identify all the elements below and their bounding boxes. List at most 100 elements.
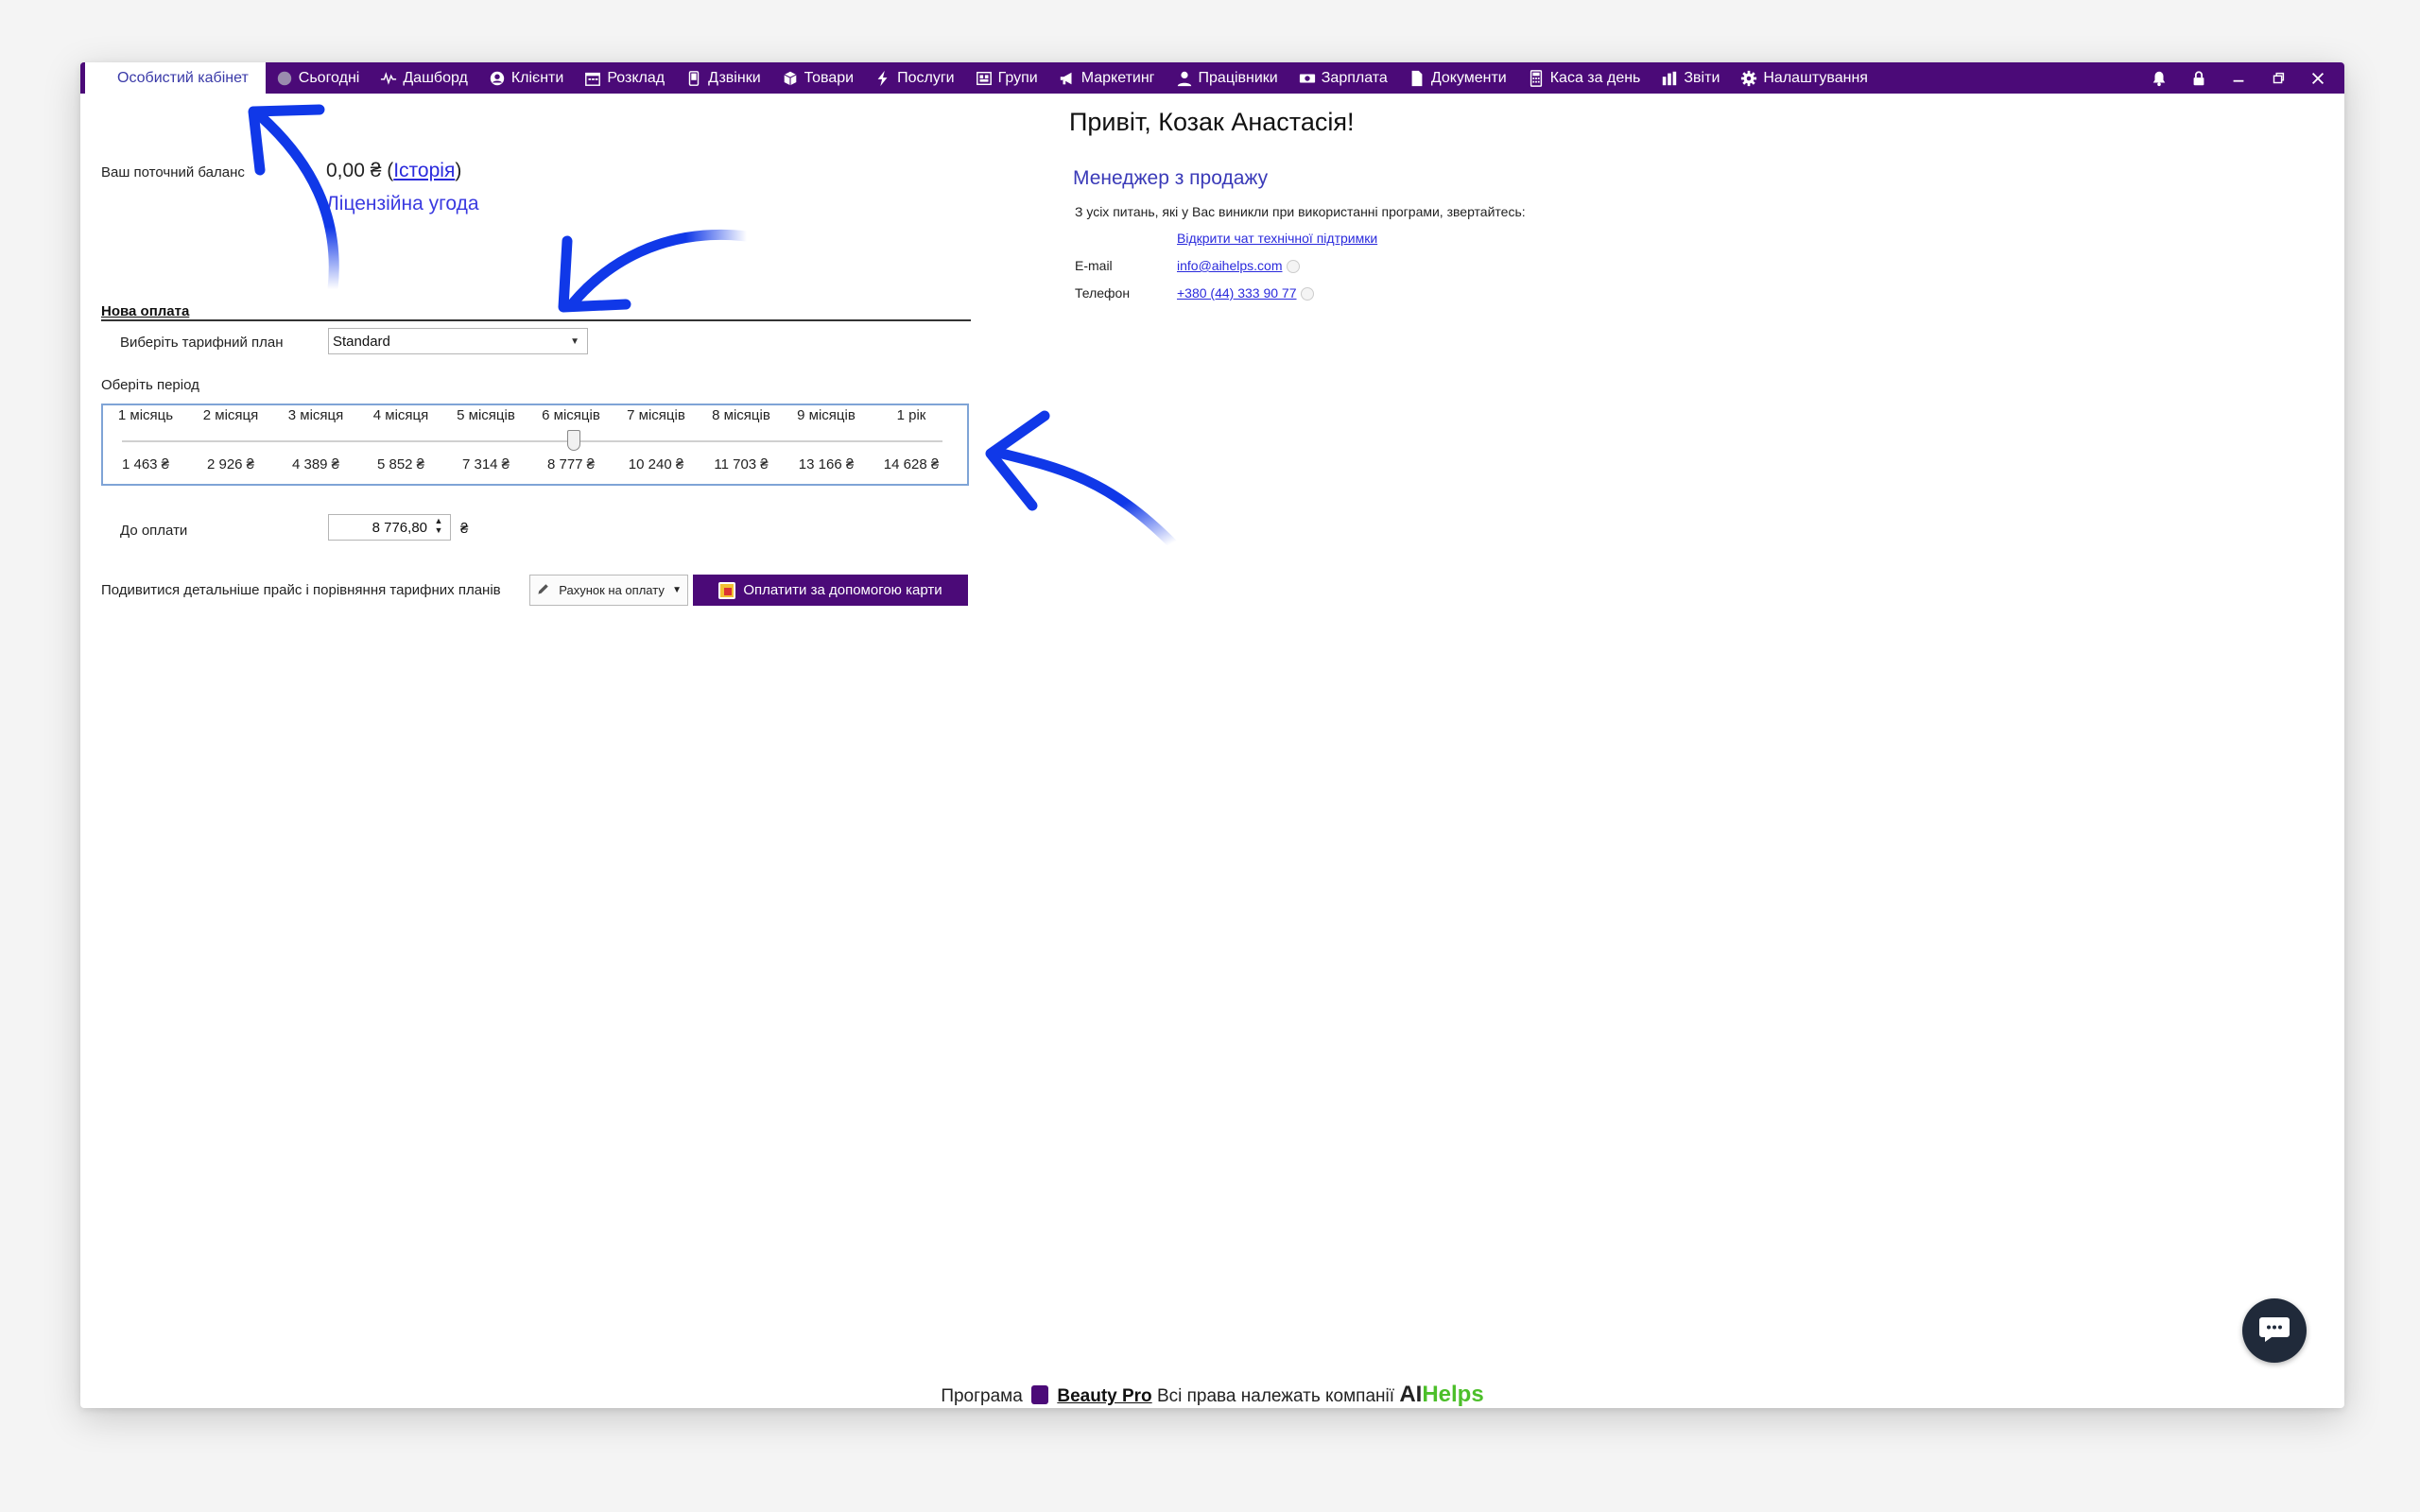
pencil-icon bbox=[536, 581, 551, 599]
license-agreement-link[interactable]: Ліцензійна угода bbox=[326, 193, 479, 215]
tab-label: Каса за день bbox=[1549, 69, 1641, 86]
copy-icon[interactable] bbox=[1286, 260, 1300, 274]
tab-label: Сьогодні bbox=[298, 69, 360, 86]
period-price: 11 703 ₴ bbox=[714, 456, 769, 472]
logo-helps: Helps bbox=[1422, 1382, 1484, 1407]
tab-label: Дзвінки bbox=[708, 69, 761, 86]
period-price: 7 314 ₴ bbox=[461, 456, 510, 472]
top-navigation-bar: Особистий кабінет Сьогодні Дашборд Клієн… bbox=[80, 62, 2344, 94]
period-slider-track[interactable] bbox=[122, 440, 942, 442]
pulse-icon bbox=[380, 70, 397, 87]
balance-label: Ваш поточний баланс bbox=[101, 164, 245, 180]
gear-icon bbox=[1740, 70, 1757, 87]
tab-label: Послуги bbox=[897, 69, 955, 86]
close-icon[interactable] bbox=[2308, 69, 2327, 88]
beauty-pro-logo-icon bbox=[1031, 1385, 1049, 1404]
balance-value: 0,00 ₴ (Історія) bbox=[326, 160, 462, 181]
bar-chart-icon bbox=[1661, 70, 1678, 87]
support-text: З усіх питань, які у Вас виникли при вик… bbox=[1075, 204, 1526, 219]
phone-icon bbox=[685, 70, 702, 87]
period-name: 2 місяця bbox=[202, 407, 259, 423]
tab-goods[interactable]: Товари bbox=[771, 62, 864, 94]
app-window: Особистий кабінет Сьогодні Дашборд Клієн… bbox=[80, 62, 2344, 1408]
tab-label: Маркетинг bbox=[1080, 69, 1155, 86]
footer-product-link[interactable]: Beauty Pro bbox=[1057, 1386, 1151, 1406]
manager-title: Менеджер з продажу bbox=[1073, 167, 1269, 189]
pay-by-card-label: Оплатити за допомогою карти bbox=[743, 582, 942, 598]
person-icon bbox=[1176, 70, 1193, 87]
chat-widget-button[interactable] bbox=[2242, 1298, 2307, 1363]
pay-by-card-button[interactable]: Оплатити за допомогою карти bbox=[693, 575, 968, 606]
tab-label: Налаштування bbox=[1763, 69, 1868, 86]
period-price: 5 852 ₴ bbox=[376, 456, 425, 472]
support-chat-link[interactable]: Відкрити чат технічної підтримки bbox=[1177, 231, 1377, 246]
tab-personal-cabinet[interactable]: Особистий кабінет bbox=[85, 62, 266, 94]
footer: Програма Beauty Pro Всі права належать к… bbox=[80, 1382, 2344, 1408]
plan-select-value: Standard bbox=[333, 333, 390, 350]
period-name: 9 місяців bbox=[797, 407, 856, 423]
footer-rights: Всі права належать компанії bbox=[1156, 1386, 1395, 1406]
period-name: 1 місяць bbox=[117, 407, 174, 423]
email-link[interactable]: info@aihelps.com bbox=[1177, 258, 1300, 274]
phone-link[interactable]: +380 (44) 333 90 77 bbox=[1177, 285, 1314, 301]
email-value: info@aihelps.com bbox=[1177, 258, 1283, 273]
document-icon bbox=[1409, 70, 1426, 87]
tab-marketing[interactable]: Маркетинг bbox=[1048, 62, 1166, 94]
amount-currency: ₴ bbox=[460, 521, 469, 537]
tab-cash-register[interactable]: Каса за день bbox=[1517, 62, 1651, 94]
restore-icon[interactable] bbox=[2269, 69, 2288, 88]
minimize-icon[interactable] bbox=[2229, 69, 2248, 88]
tab-documents[interactable]: Документи bbox=[1398, 62, 1517, 94]
amount-stepper-icon[interactable]: ▲ ▼ bbox=[430, 516, 447, 539]
period-name: 8 місяців bbox=[712, 407, 770, 423]
invoice-button-label: Рахунок на оплату bbox=[559, 582, 665, 597]
plan-select[interactable]: Standard ▼ bbox=[328, 328, 588, 354]
copy-icon[interactable] bbox=[1300, 287, 1314, 301]
tab-schedule[interactable]: Розклад bbox=[574, 62, 675, 94]
period-label: Оберіть період bbox=[101, 377, 199, 393]
period-name: 4 місяця bbox=[372, 407, 429, 423]
tab-salary[interactable]: Зарплата bbox=[1288, 62, 1398, 94]
period-price: 8 777 ₴ bbox=[546, 456, 596, 472]
tab-services[interactable]: Послуги bbox=[864, 62, 965, 94]
tab-label: Особистий кабінет bbox=[117, 69, 249, 86]
megaphone-icon bbox=[1059, 70, 1076, 87]
phone-value: +380 (44) 333 90 77 bbox=[1177, 285, 1297, 301]
period-price: 10 240 ₴ bbox=[628, 456, 684, 472]
tab-settings[interactable]: Налаштування bbox=[1730, 62, 1878, 94]
calendar-icon bbox=[584, 70, 601, 87]
tab-reports[interactable]: Звіти bbox=[1651, 62, 1730, 94]
lock-icon[interactable] bbox=[2189, 69, 2208, 88]
period-name: 6 місяців bbox=[542, 407, 600, 423]
period-price: 1 463 ₴ bbox=[121, 456, 170, 472]
tab-today[interactable]: Сьогодні bbox=[266, 62, 371, 94]
history-link[interactable]: Історія bbox=[393, 160, 455, 181]
compare-plans-label: Подивитися детальніше прайс і порівняння… bbox=[101, 582, 501, 598]
period-name: 1 рік bbox=[896, 407, 926, 423]
tab-employees[interactable]: Працівники bbox=[1166, 62, 1288, 94]
tab-label: Дашборд bbox=[403, 69, 468, 86]
tab-groups[interactable]: Групи bbox=[965, 62, 1048, 94]
logo-ai: AI bbox=[1399, 1382, 1423, 1407]
tab-label: Документи bbox=[1430, 69, 1507, 86]
footer-prefix: Програма bbox=[941, 1386, 1023, 1406]
greeting: Привіт, Козак Анастасія! bbox=[1069, 108, 1355, 136]
tab-dashboard[interactable]: Дашборд bbox=[370, 62, 478, 94]
bell-icon[interactable] bbox=[2150, 69, 2169, 88]
tab-label: Зарплата bbox=[1321, 69, 1388, 86]
tab-clients[interactable]: Клієнти bbox=[478, 62, 574, 94]
window-controls bbox=[2150, 69, 2344, 88]
email-label: E-mail bbox=[1075, 258, 1113, 273]
period-name: 5 місяців bbox=[457, 407, 515, 423]
section-divider bbox=[101, 319, 971, 321]
period-slider-thumb[interactable] bbox=[567, 430, 580, 451]
calculator-icon bbox=[1528, 69, 1545, 87]
period-price: 13 166 ₴ bbox=[798, 456, 855, 472]
clock-icon bbox=[276, 70, 293, 87]
invoice-button[interactable]: Рахунок на оплату ▼ bbox=[529, 575, 688, 606]
phone-label: Телефон bbox=[1075, 285, 1131, 301]
tab-calls[interactable]: Дзвінки bbox=[675, 62, 771, 94]
new-payment-title: Нова оплата bbox=[101, 303, 190, 319]
user-circle-icon bbox=[489, 70, 506, 87]
plan-label: Виберіть тарифний план bbox=[120, 335, 284, 351]
